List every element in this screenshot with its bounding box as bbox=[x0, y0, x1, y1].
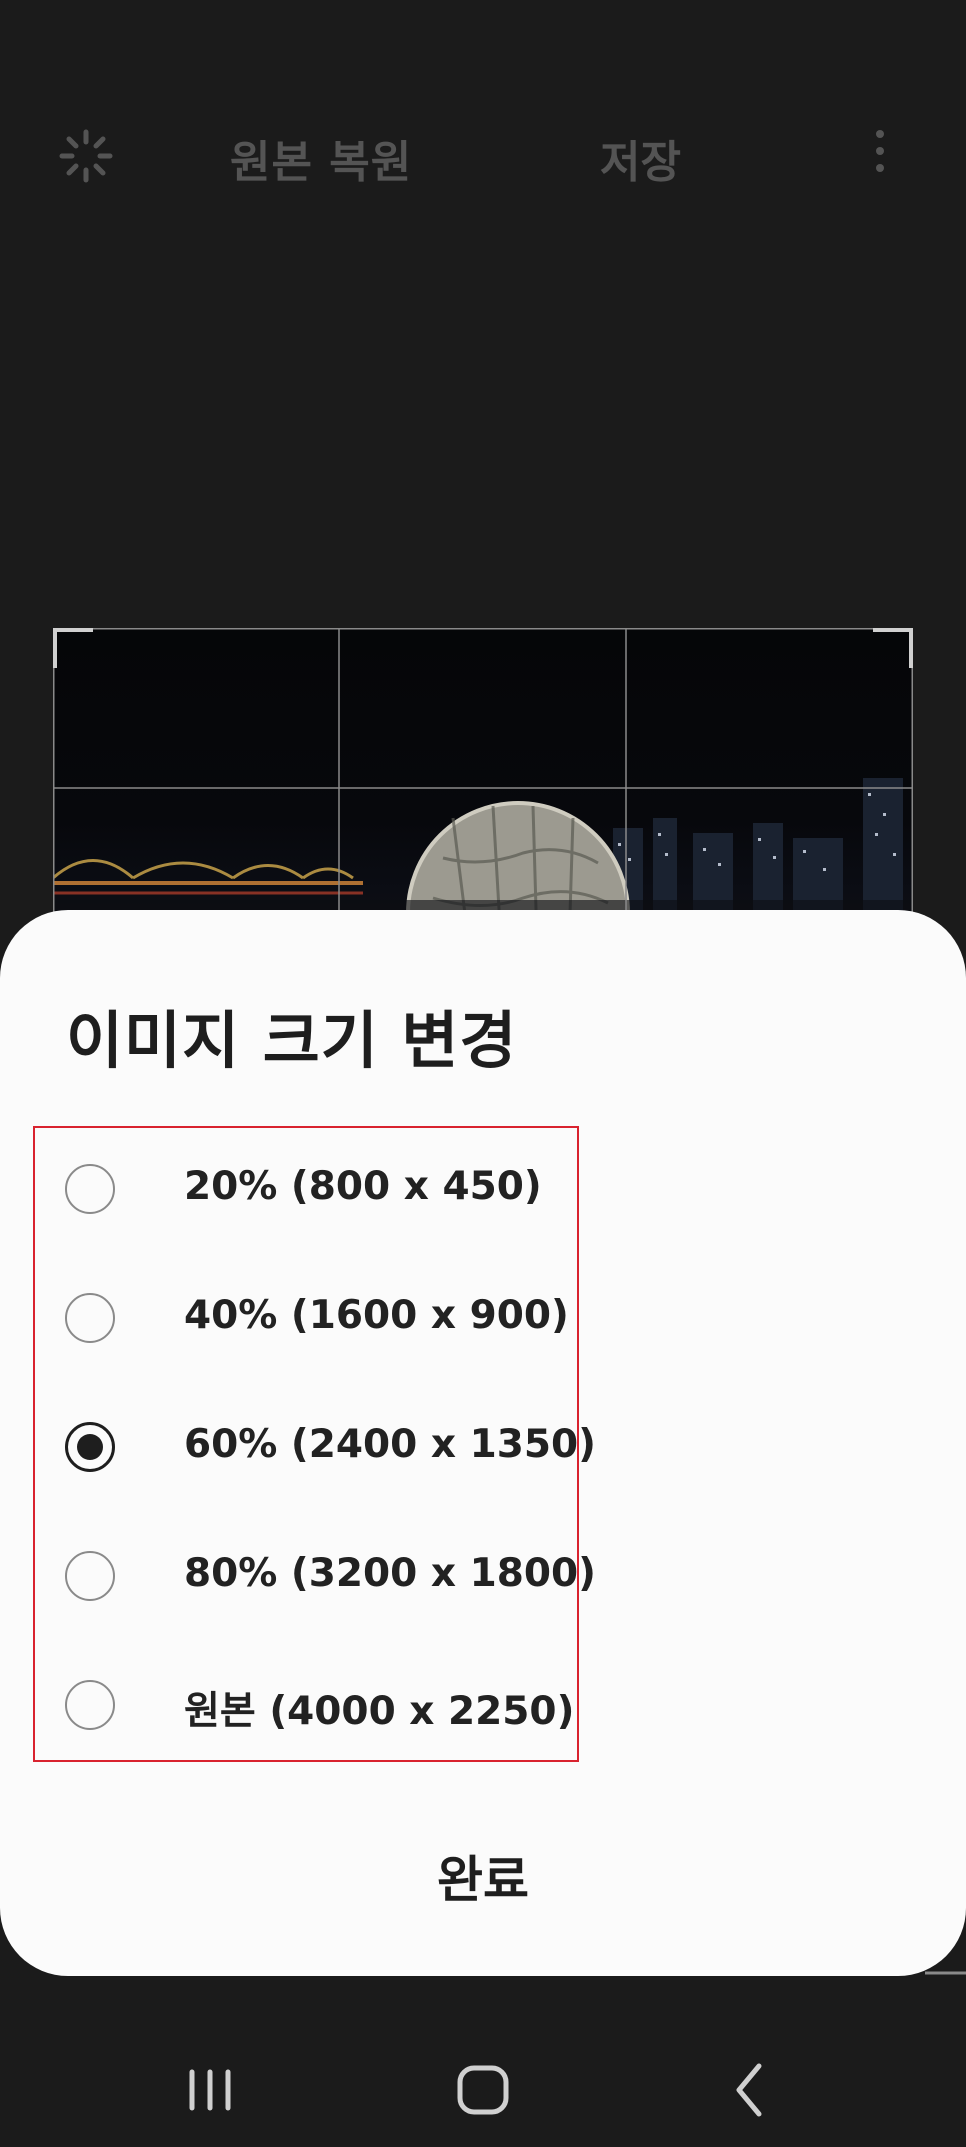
radio-button[interactable] bbox=[65, 1293, 115, 1343]
more-vertical-icon[interactable] bbox=[860, 130, 900, 180]
size-option-label: 40% (1600 x 900) bbox=[184, 1293, 569, 1338]
home-icon[interactable] bbox=[438, 2050, 528, 2130]
back-icon[interactable] bbox=[705, 2050, 795, 2130]
resize-image-dialog: 이미지 크기 변경 20% (800 x 450) 40% (1600 x 90… bbox=[0, 910, 966, 1976]
system-navigation-bar bbox=[0, 2030, 966, 2147]
size-option-label: 80% (3200 x 1800) bbox=[184, 1551, 596, 1596]
radio-button-checked[interactable] bbox=[65, 1422, 115, 1472]
sparkle-icon[interactable] bbox=[58, 128, 114, 184]
radio-button[interactable] bbox=[65, 1551, 115, 1601]
radio-button[interactable] bbox=[65, 1164, 115, 1214]
size-option-20[interactable]: 20% (800 x 450) bbox=[35, 1128, 577, 1257]
size-option-original[interactable]: 원본 (4000 x 2250) bbox=[35, 1644, 577, 1773]
size-option-40[interactable]: 40% (1600 x 900) bbox=[35, 1257, 577, 1386]
done-button[interactable]: 완료 bbox=[383, 1840, 583, 1920]
top-toolbar: 원본 복원 저장 bbox=[0, 100, 966, 210]
dialog-title: 이미지 크기 변경 bbox=[66, 1004, 518, 1077]
revert-button[interactable]: 원본 복원 bbox=[230, 126, 412, 190]
size-option-label: 20% (800 x 450) bbox=[184, 1164, 542, 1209]
save-button[interactable]: 저장 bbox=[600, 126, 681, 190]
recent-apps-icon[interactable] bbox=[165, 2050, 255, 2130]
radio-button[interactable] bbox=[65, 1680, 115, 1730]
size-option-60[interactable]: 60% (2400 x 1350) bbox=[35, 1386, 596, 1515]
size-option-80[interactable]: 80% (3200 x 1800) bbox=[35, 1515, 596, 1644]
size-option-label: 60% (2400 x 1350) bbox=[184, 1422, 596, 1467]
size-options-group: 20% (800 x 450) 40% (1600 x 900) 60% (24… bbox=[33, 1126, 596, 1762]
size-option-label: 원본 (4000 x 2250) bbox=[184, 1689, 575, 1734]
screen: 원본 복원 저장 이미지 크기 변경 20% (800 x 450) 40% (… bbox=[0, 0, 966, 2147]
